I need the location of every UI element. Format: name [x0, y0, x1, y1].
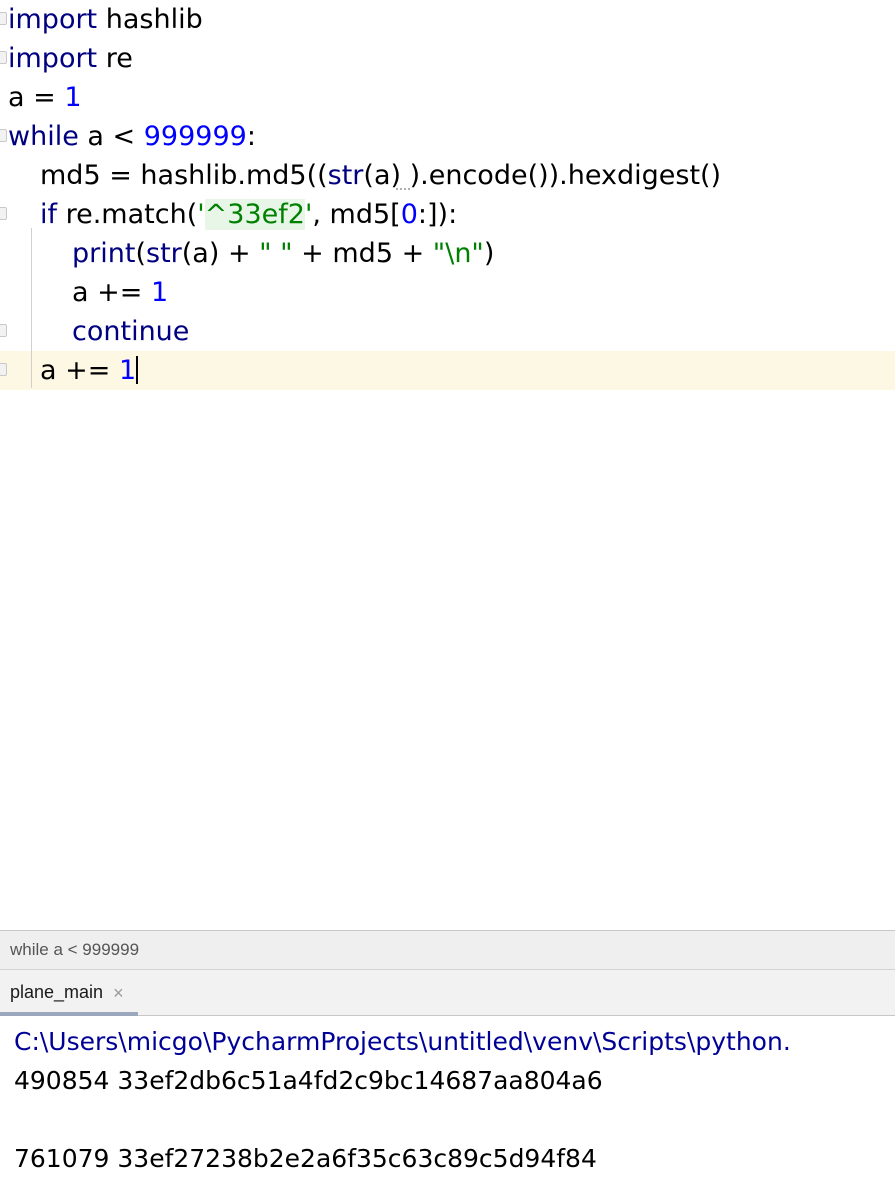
code-token: import [8, 4, 98, 35]
code-line[interactable]: a += 1 [0, 273, 895, 312]
code-line[interactable]: md5 = hashlib.md5((str(a) ).encode()).he… [0, 156, 895, 195]
code-token: str [146, 238, 182, 269]
run-tab-label: plane_main [10, 982, 104, 1002]
gutter-fold-icon[interactable] [0, 51, 7, 64]
code-line-content: md5 = hashlib.md5((str(a) ).encode()).he… [40, 160, 721, 191]
code-line-content: a += 1 [40, 355, 136, 386]
code-line[interactable]: print(str(a) + " " + md5 + "\n") [0, 234, 895, 273]
code-token: a += [72, 277, 151, 308]
run-tab-bar[interactable]: plane_main × [0, 970, 895, 1016]
code-token: (a) ).encode()).hexdigest() [363, 160, 722, 191]
code-token: a += [40, 355, 119, 386]
code-line-content: if re.match('^33ef2', md5[0:]): [40, 199, 457, 230]
code-token: 0 [400, 199, 418, 230]
code-line-content: while a < 999999: [8, 121, 256, 152]
code-token: print [72, 238, 136, 269]
code-line[interactable]: continue [0, 312, 895, 351]
code-token: ) [483, 238, 495, 269]
code-token: hashlib [97, 4, 203, 35]
code-token: :]): [417, 199, 458, 230]
code-token: 1 [150, 277, 169, 308]
code-token: 1 [118, 355, 137, 386]
code-token: str [327, 160, 364, 191]
code-token: : [246, 121, 256, 152]
code-line[interactable]: import re [0, 39, 895, 78]
code-line-content: import re [8, 43, 133, 74]
gutter-fold-icon[interactable] [0, 12, 7, 25]
code-token: continue [72, 316, 190, 347]
gutter-fold-icon[interactable] [0, 324, 7, 337]
code-token: re [97, 43, 133, 74]
code-token: import [8, 43, 98, 74]
breadcrumb[interactable]: while a < 999999 [0, 930, 895, 970]
code-token: a = [8, 82, 65, 113]
pycharm-window: import hashlib import re a = 1 while a < 99… [0, 0, 895, 1200]
text-caret [136, 356, 139, 384]
code-line-content: a = 1 [8, 82, 82, 113]
indent-guide [31, 228, 32, 388]
code-line[interactable]: if re.match('^33ef2', md5[0:]): [0, 195, 895, 234]
gutter-fold-icon[interactable] [0, 363, 7, 376]
code-token: while [8, 121, 79, 152]
code-token: md5 = hashlib.md5(( [40, 160, 328, 191]
code-editor[interactable]: import hashlib import re a = 1 while a < 99… [0, 0, 895, 930]
code-token: 1 [64, 82, 82, 113]
code-token: ( [135, 238, 146, 269]
code-token: a < [78, 121, 144, 152]
code-token: , md5[ [312, 199, 401, 230]
gutter-fold-icon[interactable] [0, 207, 7, 220]
code-token: " " [259, 238, 293, 269]
run-tool-window: plane_main × C:\Users\micgo\PycharmProjec… [0, 970, 895, 1200]
breadcrumb-label: while a < 999999 [10, 940, 140, 959]
code-line[interactable]: import hashlib [0, 0, 895, 39]
code-line-content: a += 1 [72, 277, 168, 308]
run-tab-plane_main[interactable]: plane_main × [0, 970, 138, 1016]
code-line-content: import hashlib [8, 4, 203, 35]
code-token: 999999 [143, 121, 247, 152]
code-line-content: continue [72, 316, 189, 347]
code-token: "\n" [432, 238, 484, 269]
weak-warning-squiggle [396, 186, 410, 190]
code-line[interactable]: while a < 999999: [0, 117, 895, 156]
console-line: C:\Users\micgo\PycharmProjects\untitled\… [14, 1027, 791, 1056]
code-token: ' [197, 199, 205, 230]
code-token: if [40, 199, 58, 230]
gutter-fold-icon[interactable] [0, 129, 7, 142]
console-line: 490854 33ef2db6c51a4fd2c9bc14687aa804a6 [14, 1066, 603, 1095]
close-icon[interactable]: × [113, 984, 124, 1002]
console-line: 761079 33ef27238b2e2a6f35c63c89c5d94f84 [14, 1144, 597, 1173]
code-token: re.match( [57, 199, 198, 230]
code-line-list[interactable]: import hashlib import re a = 1 while a < 99… [0, 0, 895, 390]
code-line[interactable]: a += 1 [0, 351, 895, 390]
code-line[interactable]: a = 1 [0, 78, 895, 117]
code-line-content: print(str(a) + " " + md5 + "\n") [72, 238, 494, 269]
code-token: ^33ef2 [204, 199, 305, 230]
code-token: (a) + [181, 238, 260, 269]
console-output[interactable]: C:\Users\micgo\PycharmProjects\untitled\… [0, 1016, 895, 1200]
code-token: + md5 + [292, 238, 433, 269]
